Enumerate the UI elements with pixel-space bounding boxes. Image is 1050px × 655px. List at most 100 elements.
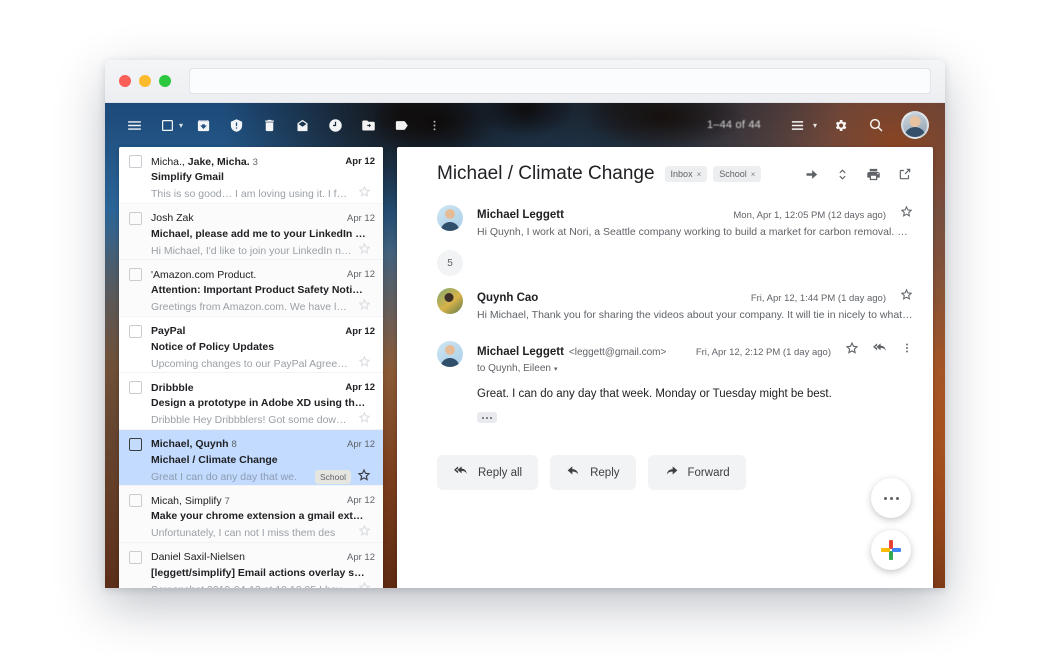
- reply-all-icon[interactable]: [872, 341, 888, 360]
- row-header: Daniel Saxil-Nielsen Apr 12: [129, 550, 375, 564]
- row-label-chip[interactable]: School: [315, 470, 351, 484]
- forward-button[interactable]: Forward: [647, 455, 746, 490]
- account-avatar[interactable]: [901, 111, 929, 139]
- trash-icon: [264, 119, 274, 131]
- density-dropdown-caret[interactable]: ▾: [813, 121, 817, 130]
- row-checkbox[interactable]: [129, 550, 142, 564]
- table-row-selected[interactable]: Michael, Quynh 8 Apr 12 Michael / Climat…: [119, 429, 383, 487]
- table-row[interactable]: Daniel Saxil-Nielsen Apr 12 [leggett/sim…: [119, 542, 383, 588]
- labels-button[interactable]: [386, 110, 416, 140]
- table-row[interactable]: Josh Zak Apr 12 Michael, please add me t…: [119, 203, 383, 260]
- message-expanded[interactable]: Michael Leggett <leggett@gmail.com> Fri,…: [397, 331, 933, 433]
- row-checkbox[interactable]: [129, 494, 142, 507]
- report-spam-button[interactable]: [221, 110, 251, 140]
- search-icon: [869, 118, 883, 132]
- row-date: Apr 12: [347, 212, 375, 224]
- move-to-inbox-icon[interactable]: [803, 166, 820, 183]
- star-icon[interactable]: [900, 205, 913, 223]
- star-icon[interactable]: [358, 355, 371, 373]
- star-icon[interactable]: [358, 242, 371, 260]
- mark-as-read-button[interactable]: [287, 110, 317, 140]
- star-icon[interactable]: [357, 468, 371, 487]
- remove-label-icon[interactable]: ×: [697, 170, 702, 179]
- archive-button[interactable]: [188, 110, 218, 140]
- reading-pane: Michael / Climate Change Inbox × School …: [397, 147, 933, 588]
- compose-fab[interactable]: [871, 530, 911, 570]
- row-senders: Michael, Quynh 8: [151, 438, 341, 450]
- star-icon[interactable]: [358, 581, 371, 588]
- table-row[interactable]: 'Amazon.com Product. Apr 12 Attention: I…: [119, 260, 383, 317]
- floating-action-buttons: [871, 478, 911, 570]
- message-text: Great. I can do any day that week. Monda…: [477, 388, 832, 400]
- label-chip-inbox[interactable]: Inbox ×: [664, 166, 708, 182]
- row-snippet-line: Hi Michael, I'd like to join your Linked…: [151, 242, 375, 260]
- row-subject: Design a prototype in Adobe XD using th…: [151, 397, 366, 409]
- navigate-messages-icon[interactable]: [834, 166, 851, 183]
- table-row[interactable]: Dribbble Apr 12 Design a prototype in Ad…: [119, 373, 383, 430]
- show-trimmed-content-button[interactable]: [477, 412, 497, 423]
- recipients-text: to Quynh, Eileen: [477, 363, 551, 374]
- label-chip-school[interactable]: School ×: [713, 166, 762, 182]
- reply-button[interactable]: Reply: [550, 455, 636, 490]
- star-icon[interactable]: [358, 524, 371, 542]
- message-body: Michael Leggett <leggett@gmail.com> Fri,…: [477, 341, 913, 423]
- label-chip-text: Inbox: [670, 169, 693, 179]
- more-actions-fab[interactable]: [871, 478, 911, 518]
- main-menu-button[interactable]: [119, 110, 149, 140]
- message-collapsed[interactable]: Quynh Cao Fri, Apr 12, 1:44 PM (1 day ag…: [397, 278, 933, 331]
- minimize-window-button[interactable]: [139, 75, 151, 87]
- row-date: Apr 12: [347, 269, 375, 280]
- reply-all-button[interactable]: Reply all: [437, 455, 539, 490]
- maximize-window-button[interactable]: [159, 75, 171, 87]
- row-senders: 'Amazon.com Product.: [151, 269, 341, 281]
- mail-open-icon: [297, 119, 308, 131]
- open-in-new-window-icon[interactable]: [896, 166, 913, 183]
- address-bar[interactable]: [189, 68, 931, 94]
- row-checkbox[interactable]: [129, 324, 142, 338]
- row-checkbox[interactable]: [129, 437, 142, 451]
- delete-button[interactable]: [254, 110, 284, 140]
- row-senders: Dribbble: [151, 382, 339, 394]
- email-list-pane[interactable]: Micha., Jake, Micha. 3 Apr 12 Simplify G…: [119, 147, 383, 588]
- move-to-button[interactable]: [353, 110, 383, 140]
- select-all-checkbox[interactable]: [152, 110, 182, 140]
- table-row[interactable]: PayPal Apr 12 Notice of Policy Updates U…: [119, 316, 383, 373]
- table-row[interactable]: Micha., Jake, Micha. 3 Apr 12 Simplify G…: [119, 147, 383, 204]
- more-options-button[interactable]: [419, 110, 449, 140]
- gmail-app: ▾ 1–44 of 44 ▾ Micha., Jake, Micha. 3 Ap…: [105, 103, 945, 588]
- star-icon[interactable]: [358, 298, 371, 316]
- message-header: Quynh Cao Fri, Apr 12, 1:44 PM (1 day ag…: [477, 288, 913, 306]
- row-snippet-line: Upcoming changes to our PayPal Agree…: [151, 355, 375, 373]
- row-snippet: Unfortunately, I can not I miss them des: [151, 527, 336, 539]
- more-vertical-icon[interactable]: [901, 341, 913, 360]
- row-checkbox[interactable]: [129, 381, 142, 394]
- thread-title: Michael / Climate Change: [437, 163, 655, 184]
- remove-label-icon[interactable]: ×: [751, 170, 756, 179]
- select-dropdown-caret[interactable]: ▾: [179, 121, 183, 130]
- star-icon[interactable]: [900, 288, 913, 306]
- row-checkbox[interactable]: [129, 268, 142, 281]
- message-count: 7: [224, 495, 230, 507]
- more-vertical-icon: [433, 120, 435, 130]
- message-recipients[interactable]: to Quynh, Eileen ▾: [477, 363, 913, 374]
- settings-button[interactable]: [825, 110, 855, 140]
- row-checkbox[interactable]: [129, 211, 142, 225]
- close-window-button[interactable]: [119, 75, 131, 87]
- window-controls[interactable]: [119, 75, 171, 87]
- star-icon[interactable]: [358, 185, 371, 203]
- row-checkbox[interactable]: [129, 155, 142, 168]
- print-icon[interactable]: [865, 166, 882, 183]
- display-density-button[interactable]: [783, 110, 813, 140]
- star-icon[interactable]: [358, 411, 371, 429]
- collapsed-messages-count[interactable]: 5: [437, 250, 463, 276]
- avatar: [437, 341, 463, 367]
- more-horizontal-icon: [883, 496, 899, 500]
- gear-icon: [835, 119, 846, 131]
- message-sender: Michael Leggett: [477, 209, 564, 221]
- star-icon[interactable]: [845, 341, 859, 360]
- snooze-button[interactable]: [320, 110, 350, 140]
- chevron-down-icon[interactable]: ▾: [554, 366, 558, 373]
- search-button[interactable]: [861, 110, 891, 140]
- message-collapsed[interactable]: Michael Leggett Mon, Apr 1, 12:05 PM (12…: [397, 195, 933, 248]
- table-row[interactable]: Micah, Simplify 7 Apr 12 Make your chrom…: [119, 486, 383, 543]
